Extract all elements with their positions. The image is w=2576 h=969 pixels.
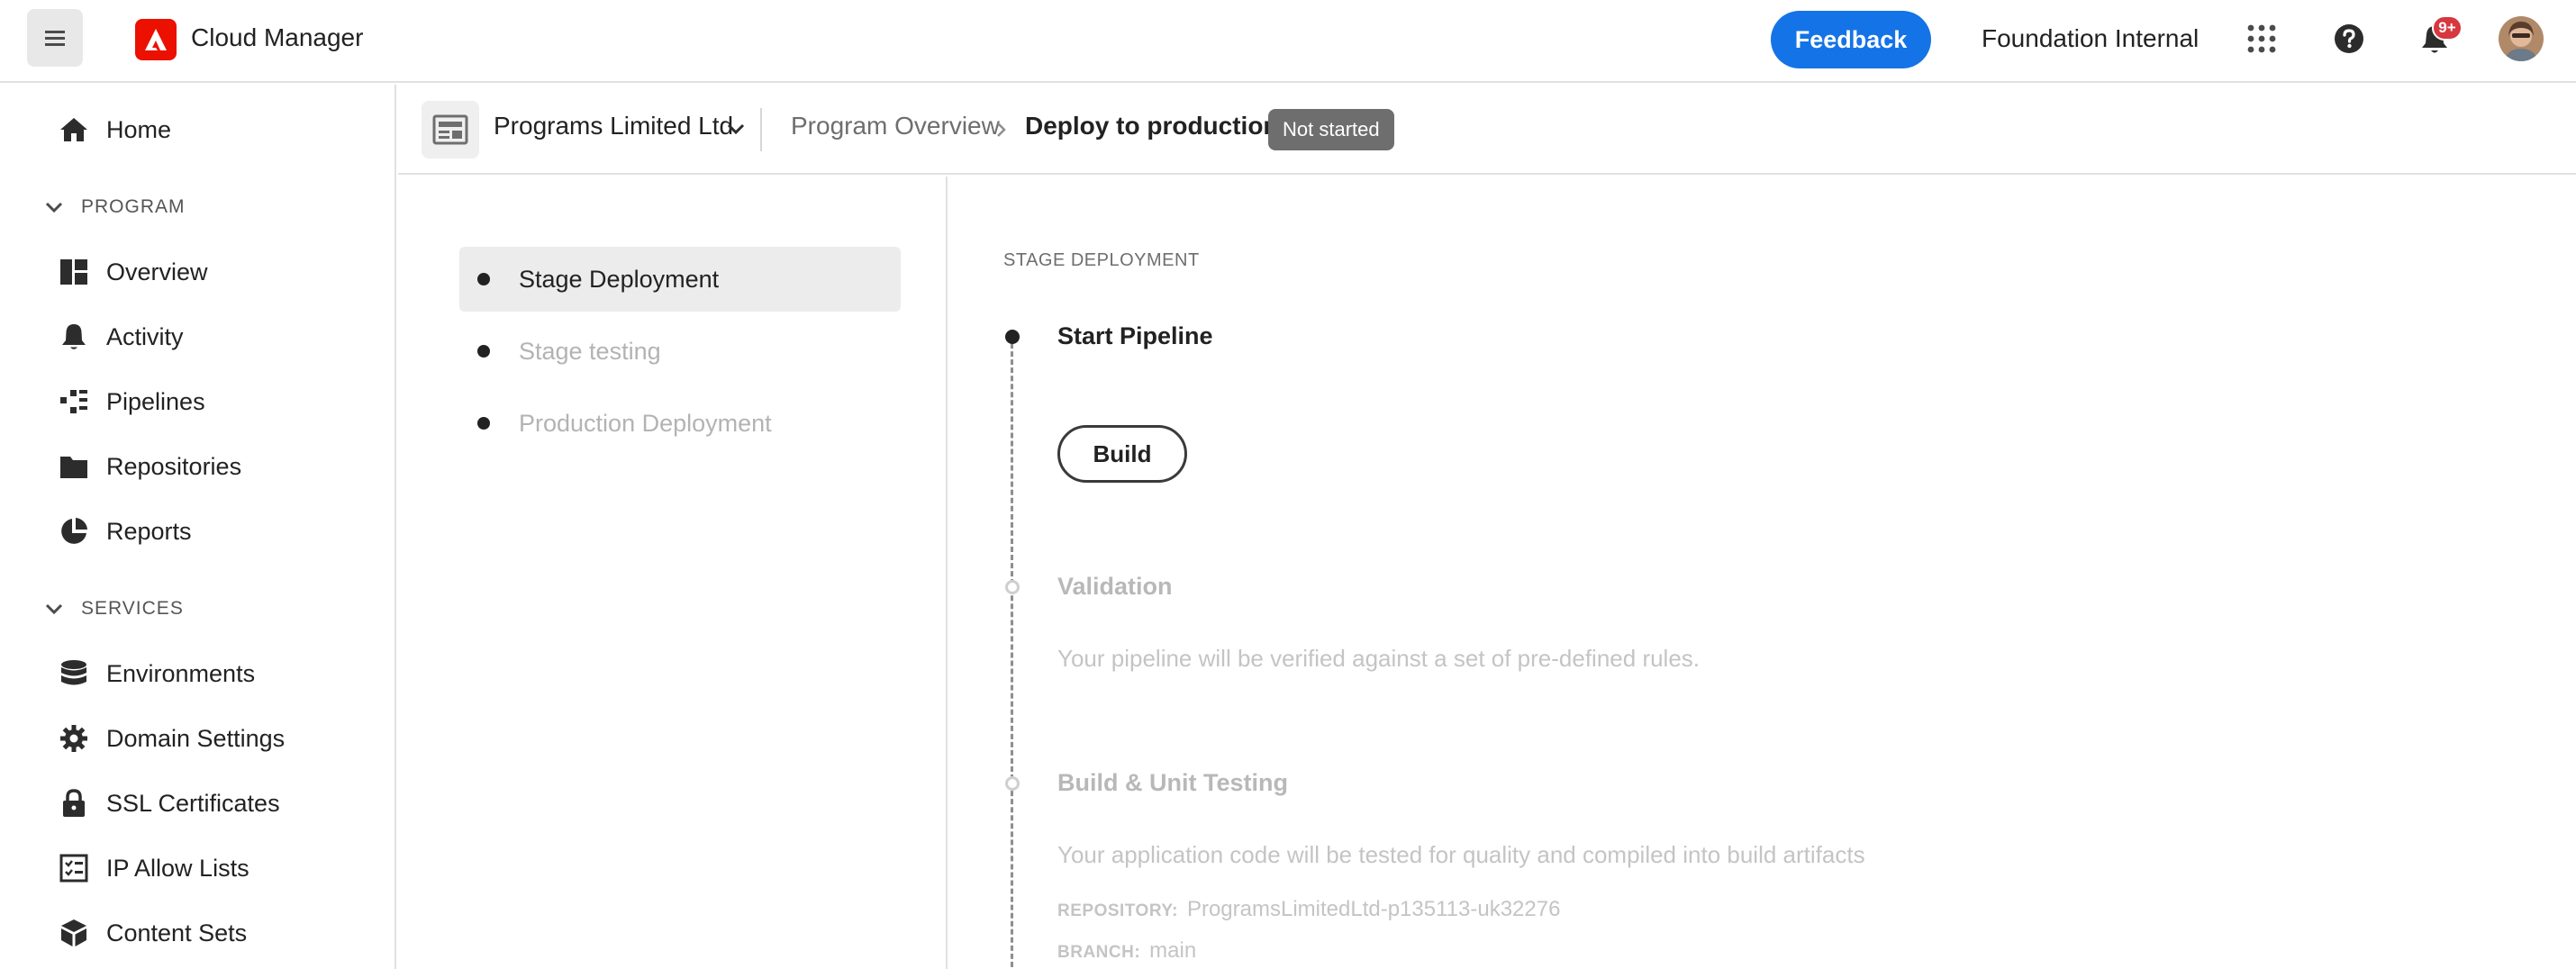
lock-icon [58,787,90,820]
user-avatar[interactable] [2499,16,2544,61]
feedback-button[interactable]: Feedback [1771,11,1931,68]
step-bullet-icon [477,417,490,430]
checklist-icon [58,852,90,884]
apps-grid-icon[interactable] [2246,23,2277,54]
pie-chart-icon [58,515,90,548]
sidebar-item-pipelines[interactable]: Pipelines [58,380,205,423]
section-toggle-program[interactable]: PROGRAM [43,191,186,223]
step-stage-testing[interactable]: Stage testing [459,319,901,384]
folder-icon [58,450,90,483]
repository-row: REPOSITORY: ProgramsLimitedLtd-p135113-u… [1057,897,1560,922]
step-production-deployment[interactable]: Production Deployment [459,391,901,456]
bell-icon [58,321,90,353]
sidebar-item-activity[interactable]: Activity [58,315,184,358]
branch-row: BRANCH: main [1057,938,1196,964]
sidebar-item-label: SSL Certificates [106,789,280,817]
chevron-down-icon [45,603,63,615]
step-label: Stage testing [519,337,661,365]
sidebar-item-label: Environments [106,659,256,687]
sidebar-item-label: Overview [106,258,208,285]
timeline-line [1011,335,1013,969]
sidebar-item-label: Home [106,115,172,143]
adobe-logo-icon[interactable] [135,19,177,60]
sidebar-item-reports[interactable]: Reports [58,510,192,553]
overview-icon [58,256,90,288]
sidebar-item-label: Pipelines [106,387,205,415]
timeline-dot-empty [1005,776,1020,791]
sidebar-item-ip-allow-lists[interactable]: IP Allow Lists [58,847,249,890]
sidebar-item-content-sets[interactable]: Content Sets [58,911,247,955]
chevron-down-icon [45,202,63,213]
menu-toggle-button[interactable] [27,9,83,67]
database-icon [58,657,90,690]
start-pipeline-title: Start Pipeline [1057,322,1213,349]
home-icon [58,113,90,146]
chevron-right-icon [997,122,1006,137]
org-switcher[interactable]: Foundation Internal [1982,24,2199,53]
section-heading: STAGE DEPLOYMENT [1003,250,1200,270]
section-title: PROGRAM [81,196,186,217]
pipelines-icon [58,385,90,418]
step-list: Stage Deployment Stage testing Productio… [398,177,948,969]
pipeline-detail: STAGE DEPLOYMENT Start Pipeline Build Va… [949,177,2576,969]
app-title[interactable]: Cloud Manager [191,23,363,52]
breadcrumb-program-overview-link[interactable]: Program Overview [791,112,1000,140]
step-stage-deployment[interactable]: Stage Deployment [459,247,901,312]
gear-icon [58,722,90,755]
sidebar-item-home[interactable]: Home [58,108,171,151]
sidebar-item-overview[interactable]: Overview [58,250,208,294]
step-label: Stage Deployment [519,265,720,293]
sidebar-nav: Home PROGRAM Overview Activity Pipelines… [0,85,396,969]
build-unit-testing-description: Your application code will be tested for… [1057,841,1865,868]
program-icon[interactable] [422,101,479,158]
repository-key: REPOSITORY: [1057,901,1178,920]
chevron-down-icon[interactable] [724,117,748,140]
sidebar-item-environments[interactable]: Environments [58,652,255,695]
step-bullet-icon [477,345,490,358]
help-icon[interactable] [2333,23,2365,55]
step-bullet-icon [477,273,490,285]
notification-count-badge: 9+ [2432,15,2463,41]
sidebar-item-repositories[interactable]: Repositories [58,445,241,488]
sidebar-item-label: Domain Settings [106,724,286,752]
sidebar-item-label: Content Sets [106,919,248,946]
timeline-dot-filled [1005,330,1020,344]
sidebar-item-domain-settings[interactable]: Domain Settings [58,717,285,760]
breadcrumb: Programs Limited Ltd Program Overview De… [398,85,2576,175]
sidebar-item-label: Repositories [106,452,242,480]
timeline-dot-empty [1005,580,1020,594]
sidebar-item-label: IP Allow Lists [106,854,249,882]
sidebar-item-ssl-certificates[interactable]: SSL Certificates [58,782,280,825]
section-title: SERVICES [81,598,184,619]
section-toggle-services[interactable]: SERVICES [43,593,184,625]
sidebar-item-label: Activity [106,322,184,350]
build-button[interactable]: Build [1057,425,1187,483]
top-bar: Cloud Manager Feedback Foundation Intern… [0,0,2576,83]
branch-key: BRANCH: [1057,943,1141,962]
branch-value: main [1149,938,1197,963]
repository-value: ProgramsLimitedLtd-p135113-uk32276 [1186,897,1561,921]
build-unit-testing-title: Build & Unit Testing [1057,769,1288,796]
validation-title: Validation [1057,573,1173,600]
divider [760,108,762,151]
step-label: Production Deployment [519,409,772,437]
program-switcher[interactable]: Programs Limited Ltd [494,112,733,140]
validation-description: Your pipeline will be verified against a… [1057,645,1701,672]
status-badge: Not started [1268,109,1394,150]
hamburger-icon [45,31,65,46]
box-icon [58,917,90,949]
sidebar-item-label: Reports [106,517,192,545]
page-title: Deploy to production [1025,112,1279,140]
